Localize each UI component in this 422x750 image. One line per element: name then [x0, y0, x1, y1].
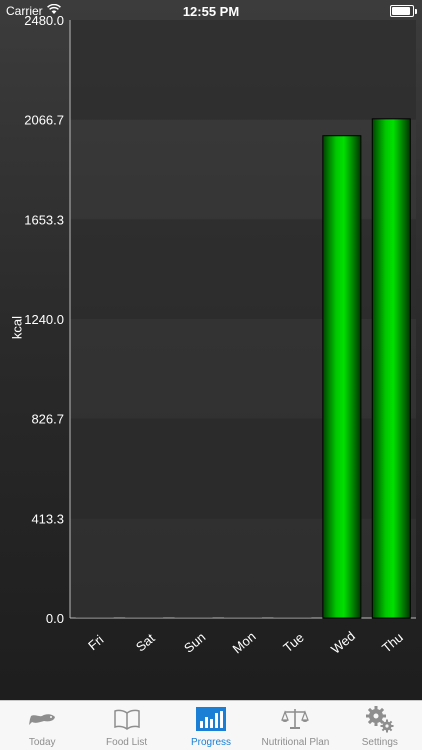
battery-level [392, 7, 410, 15]
y-tick-label: 0.0 [46, 611, 64, 626]
grid-band [70, 119, 416, 220]
fish-icon [27, 705, 57, 733]
grid-band [70, 518, 416, 618]
tab-nutritional-plan-label: Nutritional Plan [261, 737, 330, 748]
y-tick-label: 1653.3 [24, 212, 64, 227]
tab-bar: Today Food List Progress Nutritional Pla… [0, 700, 422, 750]
y-axis-label: kcal [9, 315, 25, 340]
bar-sat [125, 617, 164, 618]
gears-icon [365, 705, 395, 733]
x-tick-label: Tue [280, 630, 306, 656]
tab-food-list-label: Food List [106, 737, 148, 748]
bar-sun [174, 617, 213, 618]
tab-progress-label: Progress [191, 737, 232, 748]
y-tick-label: 413.3 [31, 511, 64, 526]
bar-mon [224, 617, 262, 618]
tab-nutritional-plan[interactable]: Nutritional Plan [253, 701, 337, 750]
y-tick-label: 1240.0 [24, 312, 64, 327]
bar-fri [75, 617, 114, 618]
book-icon [113, 705, 141, 733]
x-tick-label: Fri [85, 632, 106, 653]
tab-settings-label: Settings [361, 737, 398, 748]
battery-icon [390, 5, 417, 17]
y-tick-label: 2066.7 [24, 113, 64, 128]
progress-chart: 0.0 413.3 826.7 1240.0 1653.3 2066.7 2480.0 Fri… [0, 0, 422, 700]
x-tick-label: Sun [181, 629, 208, 655]
status-time: 12:55 PM [182, 4, 240, 19]
grid-band [70, 219, 416, 319]
bar-chart-icon [196, 705, 227, 733]
bar-thu [371, 118, 411, 619]
kcal-bar-chart: 0.0413.3826.71240.01653.32066.72480.0Fri… [24, 13, 416, 657]
status-bar: Carrier 12:55 PM [0, 0, 422, 22]
x-tick-label: Sat [133, 630, 158, 654]
x-tick-label: Thu [379, 630, 406, 656]
tab-food-list[interactable]: Food List [84, 701, 168, 750]
bar-wed [322, 135, 362, 619]
x-tick-label: Mon [230, 629, 259, 657]
x-tick-label: Wed [328, 628, 358, 657]
tab-progress[interactable]: Progress [169, 701, 253, 750]
y-tick-label: 826.7 [31, 412, 64, 427]
progress-screen: 0.0 413.3 826.7 1240.0 1653.3 2066.7 2480.0 Fri… [0, 0, 422, 750]
tab-today[interactable]: Today [0, 701, 84, 750]
bar-tue [273, 617, 312, 618]
grid-band [70, 418, 416, 519]
tab-settings[interactable]: Settings [338, 701, 422, 750]
grid-band [70, 319, 416, 419]
scale-icon [281, 705, 310, 733]
grid-band [70, 20, 416, 120]
tab-today-label: Today [28, 737, 56, 748]
